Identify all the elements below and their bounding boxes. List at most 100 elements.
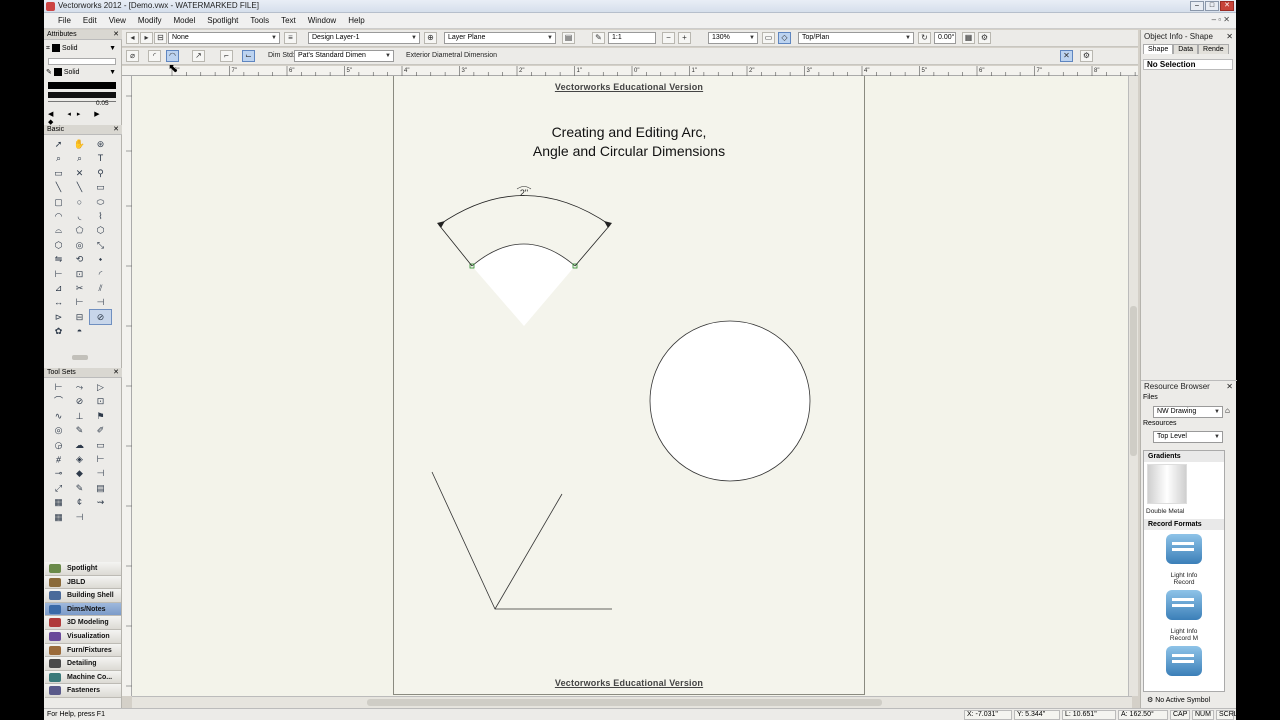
angular-dim-tool-icon[interactable]: ⊳: [48, 310, 69, 324]
gradient-thumbnail[interactable]: [1147, 464, 1187, 504]
layer-options-icon[interactable]: ▤: [562, 32, 575, 44]
horizontal-scroll-thumb[interactable]: [367, 699, 882, 706]
trim-tool-icon[interactable]: ⫽: [90, 281, 111, 295]
constrained-dim-tool-icon[interactable]: ⊢: [69, 295, 90, 309]
minimize-button[interactable]: –: [1190, 1, 1204, 11]
text-tool-icon[interactable]: T: [90, 151, 111, 165]
detail-callout-tool-icon[interactable]: ◶: [48, 438, 69, 452]
dimension-tool-icon[interactable]: ⊣: [90, 295, 111, 309]
menu-window[interactable]: Window: [302, 16, 342, 25]
freehand-tool-icon[interactable]: ⌇: [90, 209, 111, 223]
toolset-building-shell[interactable]: Building Shell: [45, 589, 121, 603]
reshape-tool-icon[interactable]: ⬩: [90, 252, 111, 266]
quarter-arc-tool-icon[interactable]: ◟: [69, 209, 90, 223]
angular-dimension-tool-icon[interactable]: ▷: [90, 380, 111, 394]
flyover-tool-icon[interactable]: ⊛: [90, 137, 111, 151]
cloud-tool-icon[interactable]: ☁: [69, 438, 90, 452]
close-button[interactable]: ✕: [1220, 1, 1234, 11]
rotation-icon[interactable]: ↻: [918, 32, 931, 44]
toolset-furn-fixtures[interactable]: Furn/Fixtures: [45, 643, 121, 658]
chain-dimension-tool-icon[interactable]: ⤳: [69, 380, 90, 394]
level-dropdown[interactable]: Top Level ▼: [1153, 431, 1223, 443]
arc-dim-mode-icon[interactable]: ◜: [148, 50, 161, 62]
layer-dropdown[interactable]: Design Layer-1 ▼: [308, 32, 420, 44]
tab-data[interactable]: Data: [1173, 44, 1199, 54]
zoom-dropdown[interactable]: 130% ▼: [708, 32, 758, 44]
plane-icon[interactable]: ⊕: [424, 32, 437, 44]
arc-dimension-line[interactable]: [438, 195, 611, 226]
direction-tool-icon[interactable]: ⇝: [90, 495, 111, 509]
spiral-tool-icon[interactable]: ◎: [69, 238, 90, 252]
maximize-button[interactable]: □: [1205, 1, 1219, 11]
hatch-tool-icon[interactable]: ▦: [48, 510, 69, 524]
layer-icon[interactable]: ≡: [284, 32, 297, 44]
zoom-out-icon[interactable]: −: [662, 32, 675, 44]
regular-polygon-tool-icon[interactable]: ⬡: [48, 238, 69, 252]
linear-dim-tool-icon[interactable]: ⊢: [48, 380, 69, 394]
forward-view-icon[interactable]: ▸: [140, 32, 153, 44]
radial-dim-tool-icon[interactable]: ⊘: [89, 308, 112, 325]
redline-tool-icon[interactable]: ✎: [69, 423, 90, 437]
resource-double-metal[interactable]: Double Metal: [1144, 504, 1224, 515]
menu-help[interactable]: Help: [342, 16, 370, 25]
revision-cloud-tool-icon[interactable]: ◎: [48, 423, 69, 437]
note-tool-icon[interactable]: ⧣: [48, 452, 69, 466]
circle-shape[interactable]: [649, 320, 811, 482]
pen-attribute[interactable]: ✎ Solid ▼: [46, 68, 118, 78]
wedge-shape[interactable]: [472, 244, 575, 326]
tab-shape[interactable]: Shape: [1143, 44, 1174, 54]
rotation-field[interactable]: 0.00°: [934, 32, 956, 44]
break-line-tool-icon[interactable]: ∿: [48, 409, 69, 423]
chain-dim-tool-icon[interactable]: ↔: [48, 295, 69, 309]
section-record-formats[interactable]: Record Formats: [1144, 519, 1224, 530]
callout-tool-icon[interactable]: ▭: [48, 166, 69, 180]
tag-tool-icon[interactable]: ◈: [69, 452, 90, 466]
toolset-jbld[interactable]: JBLD: [45, 575, 121, 590]
zoom-in-tool-icon[interactable]: ⌕: [69, 151, 90, 165]
title-block-tool-icon[interactable]: ▭: [90, 438, 111, 452]
connect-tool-icon[interactable]: ⊢: [48, 267, 69, 281]
rounded-rect-tool-icon[interactable]: ▢: [48, 195, 69, 209]
elevation-bench-tool-icon[interactable]: ⊥: [69, 409, 90, 423]
angle-lines[interactable]: [431, 471, 612, 610]
clip-tool-icon[interactable]: ⊡: [69, 267, 90, 281]
menu-tools[interactable]: Tools: [244, 16, 275, 25]
tool-preferences-icon[interactable]: ⚙: [1080, 50, 1093, 62]
toolset-fasteners[interactable]: Fasteners: [45, 684, 121, 698]
close-icon[interactable]: ✕: [113, 125, 119, 135]
north-arrow-tool-icon[interactable]: ✐: [90, 423, 111, 437]
radial-dim-mode-icon[interactable]: ↗: [192, 50, 205, 62]
diametral-tool-icon[interactable]: ⊡: [90, 394, 111, 408]
toolset-machine-components[interactable]: Machine Co...: [45, 670, 121, 685]
section-tool-icon[interactable]: ⊸: [48, 466, 69, 480]
menu-modify[interactable]: Modify: [132, 16, 168, 25]
protractor-tool-icon[interactable]: ◓: [69, 324, 90, 338]
locus-tool-icon[interactable]: ✕: [69, 166, 90, 180]
scale-icon[interactable]: ✎: [592, 32, 605, 44]
settings-icon[interactable]: ⚙: [978, 32, 991, 44]
toolset-dims-notes[interactable]: Dims/Notes: [45, 602, 121, 617]
menu-spotlight[interactable]: Spotlight: [201, 16, 244, 25]
section-gradients[interactable]: Gradients: [1144, 451, 1224, 462]
paint-tool-icon[interactable]: ✿: [48, 324, 69, 338]
document-window-controls[interactable]: – ▫ ✕: [1212, 15, 1230, 24]
scale-field[interactable]: 1:1: [608, 32, 656, 44]
fill-attribute[interactable]: ⌗ Solid ▼: [46, 44, 118, 54]
circle-tool-icon[interactable]: ○: [69, 195, 90, 209]
resource-light-info-record-m[interactable]: Light Info Record M: [1144, 586, 1224, 642]
zoom-tool-icon[interactable]: ⌕: [48, 151, 69, 165]
line-tool-icon[interactable]: ╲: [48, 180, 69, 194]
close-icon[interactable]: ✕: [113, 368, 119, 378]
menu-view[interactable]: View: [103, 16, 132, 25]
close-icon[interactable]: ✕: [1226, 381, 1233, 392]
exterior-mode-icon[interactable]: ⌐: [220, 50, 233, 62]
split-tool-icon[interactable]: ✂: [69, 281, 90, 295]
toolset-3d-modeling[interactable]: 3D Modeling: [45, 616, 121, 630]
back-view-icon[interactable]: ◂: [126, 32, 139, 44]
arc-tool-icon[interactable]: ◠: [48, 209, 69, 223]
marker-tool-icon[interactable]: ◆: [69, 466, 90, 480]
home-icon[interactable]: ⌂: [1225, 406, 1230, 415]
menu-text[interactable]: Text: [275, 16, 302, 25]
schedule-tool-icon[interactable]: ▦: [48, 495, 69, 509]
close-icon[interactable]: ✕: [1226, 31, 1233, 42]
